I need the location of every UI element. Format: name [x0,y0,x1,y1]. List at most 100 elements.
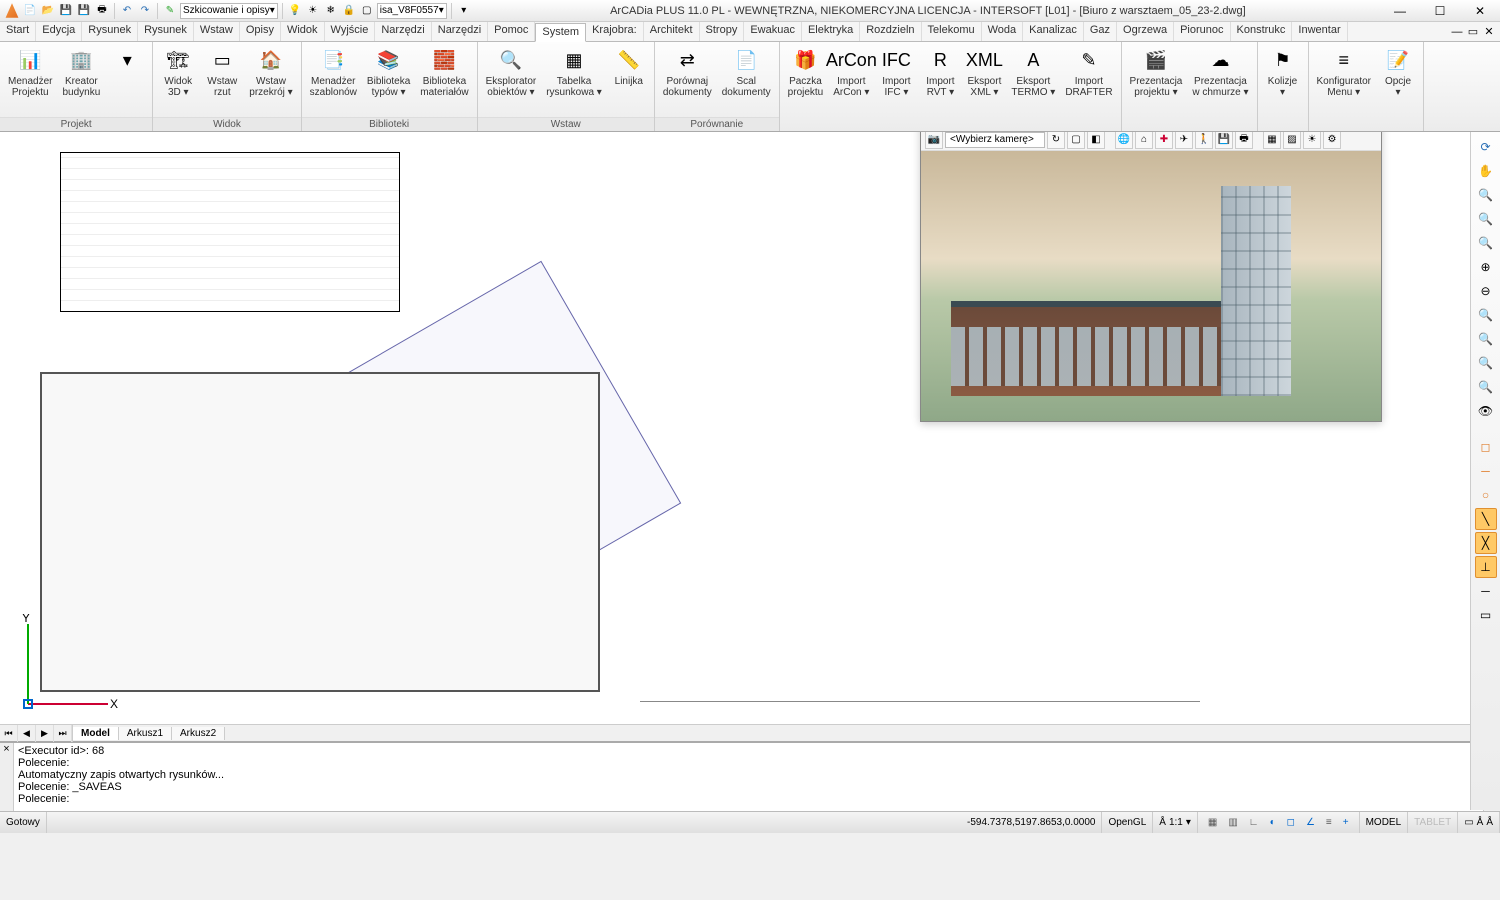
tab-ogrzewa[interactable]: Ogrzewa [1117,22,1174,41]
tab-start[interactable]: Start [0,22,36,41]
scal[interactable]: 📄Scal dokumenty [718,44,775,100]
status-annoscale[interactable]: Å 1:1 ▾ [1153,812,1198,833]
close-button[interactable]: ✕ [1460,0,1500,22]
eksport-termo[interactable]: AEksport TERMO ▾ [1007,44,1059,100]
snow-icon[interactable]: ❄ [323,3,339,19]
import-drafter[interactable]: ✎Import DRAFTER [1061,44,1116,100]
tab-wstaw[interactable]: Wstaw [194,22,240,41]
tab-telekomu[interactable]: Telekomu [922,22,982,41]
wstaw-rzut[interactable]: ▭Wstaw rzut [201,44,243,100]
save-icon[interactable]: 💾 [58,3,74,19]
otrack-toggle-icon[interactable]: ∠ [1302,817,1319,828]
tab-narzdzi[interactable]: Narzędzi [375,22,431,41]
esnap-ext-icon[interactable]: ─ [1475,580,1497,602]
regen-icon[interactable]: ⟳ [1475,136,1497,158]
prezentacja-chmura[interactable]: ☁Prezentacja w chmurze ▾ [1188,44,1252,100]
wstaw-przekroj[interactable]: 🏠Wstaw przekrój ▾ [245,44,296,100]
tab-gaz[interactable]: Gaz [1084,22,1117,41]
tab-kanalizac[interactable]: Kanalizac [1023,22,1084,41]
mdi-close-icon[interactable]: ✕ [1482,25,1496,38]
sheet-first-icon[interactable]: ⏮ [0,725,18,742]
v3-sun-icon[interactable]: ☀ [1303,132,1321,149]
tab-inwentar[interactable]: Inwentar [1292,22,1347,41]
v3-render2-icon[interactable]: ▨ [1283,132,1301,149]
view3d-render[interactable] [921,151,1381,421]
tab-stropy[interactable]: Stropy [700,22,745,41]
tab-rozdzieln[interactable]: Rozdzieln [860,22,921,41]
eksport-xml[interactable]: XMLEksport XML ▾ [963,44,1005,100]
minimize-button[interactable]: — [1380,0,1420,22]
status-toggles[interactable]: ▦ ▥ ∟ ◐ ◻ ∠ ≡ + [1198,812,1360,833]
layer-dropdown[interactable]: isa_V8F0557 ▾ [377,3,447,19]
cmd-text[interactable]: <Executor id>: 68 Polecenie: Automatyczn… [14,743,1483,811]
tab-opisy[interactable]: Opisy [240,22,281,41]
paczka[interactable]: 🎁Paczka projektu [784,44,828,100]
tab-piorunoc[interactable]: Piorunoc [1174,22,1230,41]
pan-icon[interactable]: ✋ [1475,160,1497,182]
tab-rysunek[interactable]: Rysunek [82,22,138,41]
tabelka[interactable]: ▦Tabelka rysunkowa ▾ [542,44,606,100]
v3-cube-icon[interactable]: ◧ [1087,132,1105,149]
view3d-panel[interactable]: Widok 3D - [Aktywny] ▭ ✕ 📷 <Wybierz kame… [920,132,1382,422]
grid-toggle-icon[interactable]: ▥ [1224,817,1241,828]
app-logo-icon[interactable] [4,3,20,19]
tab-konstrukc[interactable]: Konstrukc [1231,22,1293,41]
mdi-max-icon[interactable]: ▭ [1466,25,1480,38]
porownaj[interactable]: ⇄Porównaj dokumenty [659,44,716,100]
camera-select[interactable]: <Wybierz kamerę> [945,132,1045,148]
tab-krajobra[interactable]: Krajobra: [586,22,644,41]
esnap-node-icon[interactable]: ╲ [1475,508,1497,530]
v3-globe-icon[interactable]: 🌐 [1115,132,1133,149]
saveall-icon[interactable]: 💾 [76,3,92,19]
v3-cross-icon[interactable]: ✚ [1155,132,1173,149]
open-icon[interactable]: 📂 [40,3,56,19]
lock-icon[interactable]: 🔒 [341,3,357,19]
v3-box-icon[interactable]: ▢ [1067,132,1085,149]
new-icon[interactable]: 📄 [22,3,38,19]
kolizje[interactable]: ⚑Kolizje ▾ [1262,44,1304,100]
esnap-mid-icon[interactable]: ─ [1475,460,1497,482]
ortho-toggle-icon[interactable]: ∟ [1245,817,1263,828]
undo-icon[interactable]: ↶ [119,3,135,19]
zoom-left-icon[interactable]: 🔍 [1475,304,1497,326]
status-tablet[interactable]: TABLET [1408,812,1458,833]
eksplorator[interactable]: 🔍Eksplorator obiektów ▾ [482,44,541,100]
konfigurator[interactable]: ≡Konfigurator Menu ▾ [1313,44,1375,100]
v3-render1-icon[interactable]: ▦ [1263,132,1281,149]
layer-color-icon[interactable]: ▢ [359,3,375,19]
sheet-tab-arkusz2[interactable]: Arkusz2 [172,727,225,740]
import-arcon[interactable]: ArConImport ArCon ▾ [829,44,873,100]
cmd-close-icon[interactable]: × [0,743,14,811]
tab-woda[interactable]: Woda [982,22,1024,41]
tab-edycja[interactable]: Edycja [36,22,82,41]
sketch-mode-icon[interactable]: ✎ [162,3,178,19]
view-plan-icon[interactable]: 👁 [1475,400,1497,422]
zoom-in-icon[interactable]: ⊕ [1475,256,1497,278]
linijka[interactable]: 📏Linijka [608,44,650,89]
sketch-dropdown[interactable]: Szkicowanie i opisy ▾ [180,3,278,19]
tab-elektryka[interactable]: Elektryka [802,22,860,41]
status-model[interactable]: MODEL [1360,812,1409,833]
sheet-last-icon[interactable]: ⏭ [54,725,72,742]
sheet-tab-model[interactable]: Model [73,727,119,740]
redo-icon[interactable]: ↷ [137,3,153,19]
kreator-budynku[interactable]: 🏢Kreator budynku [58,44,104,100]
v3-print-icon[interactable]: 🖶 [1235,132,1253,149]
tab-rysunek[interactable]: Rysunek [138,22,194,41]
tab-widok[interactable]: Widok [281,22,325,41]
proj-small[interactable]: ▾ [106,44,148,78]
v3-walk-icon[interactable]: 🚶 [1195,132,1213,149]
opcje[interactable]: 📝Opcje ▾ [1377,44,1419,100]
lwt-toggle-icon[interactable]: ≡ [1322,817,1336,828]
snap-toggle-icon[interactable]: ▦ [1204,817,1221,828]
zoom-dynamic-icon[interactable]: 🔍 [1475,232,1497,254]
zoom-out-icon[interactable]: ⊖ [1475,280,1497,302]
biblioteka-materialow[interactable]: 🧱Biblioteka materiałów [416,44,472,100]
zoom-center-icon[interactable]: 🔍 [1475,328,1497,350]
polar-toggle-icon[interactable]: ◐ [1266,817,1280,828]
prezentacja-projektu[interactable]: 🎬Prezentacja projektu ▾ [1126,44,1187,100]
tab-system[interactable]: System [535,23,586,42]
zoom-extents-icon[interactable]: 🔍 [1475,352,1497,374]
zoom-window-icon[interactable]: 🔍 [1475,184,1497,206]
print-icon[interactable]: 🖶 [94,3,110,19]
